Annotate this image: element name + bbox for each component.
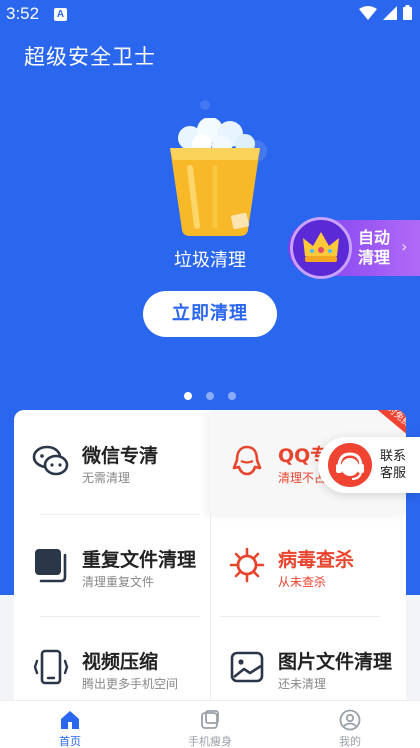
feature-subtitle: 清理重复文件 [82, 575, 155, 589]
notification-icon: A [54, 8, 67, 21]
qq-icon [232, 445, 262, 476]
customer-service-button[interactable]: 联系 客服 [318, 437, 420, 493]
image-files-icon [230, 651, 264, 683]
tab-home[interactable]: 首页 [0, 701, 140, 748]
feature-title: 视频压缩 [82, 651, 159, 673]
battery-icon [403, 5, 412, 20]
pager-dot[interactable] [228, 392, 236, 400]
feature-subtitle: 腾出更多手机空间 [82, 677, 179, 691]
wechat-icon [32, 445, 69, 476]
feature-image-files[interactable]: 图片文件清理 还未清理 [210, 616, 406, 710]
feature-duplicate-files[interactable]: 重复文件清理 清理重复文件 [14, 514, 210, 618]
feature-title: 微信专清 [82, 445, 159, 467]
customer-service-label: 联系 客服 [380, 448, 414, 482]
carousel-pager [0, 392, 420, 400]
auto-clean-label: 自动 清理 [358, 228, 402, 268]
tab-label: 首页 [59, 735, 81, 748]
phone-slim-icon [201, 710, 219, 729]
status-bar: 3:52 A [0, 0, 420, 30]
clean-now-button[interactable]: 立即清理 [143, 291, 277, 337]
feature-video-compress[interactable]: 视频压缩 腾出更多手机空间 [14, 616, 210, 710]
app-title: 超级安全卫士 [24, 45, 156, 69]
cs-line1: 联系 [380, 449, 407, 464]
pager-dot[interactable] [206, 392, 214, 400]
tab-phone-slim[interactable]: 手机瘦身 [140, 701, 280, 748]
status-time: 3:52 [6, 4, 40, 23]
wifi-icon [359, 5, 377, 20]
crown-icon [303, 232, 339, 262]
feature-title: 病毒查杀 [278, 549, 355, 571]
virus-icon [229, 547, 265, 583]
feature-title: 图片文件清理 [278, 651, 393, 673]
feature-title: 重复文件清理 [82, 549, 197, 571]
decor-bubble [200, 100, 210, 110]
video-compress-icon [33, 649, 69, 685]
tab-label: 手机瘦身 [188, 735, 232, 748]
tab-profile[interactable]: 我的 [280, 701, 420, 748]
feature-subtitle: 还未清理 [278, 677, 327, 691]
crown-badge [290, 217, 352, 279]
profile-icon [339, 709, 361, 731]
duplicate-files-icon [35, 549, 67, 583]
auto-clean-line1: 自动 [358, 228, 391, 247]
feature-virus-scan[interactable]: 病毒查杀 从未查杀 [210, 514, 406, 618]
trash-bin-icon [170, 117, 260, 236]
auto-clean-button[interactable]: 自动 清理 › [288, 217, 420, 279]
trash-bin-illustration [160, 117, 270, 238]
signal-icon [383, 5, 397, 20]
feature-wechat-clean[interactable]: 微信专清 无需清理 [14, 410, 210, 514]
pager-dot[interactable] [184, 392, 192, 400]
tab-label: 我的 [339, 735, 361, 748]
home-icon [61, 711, 79, 729]
feature-subtitle: 无需清理 [82, 471, 131, 485]
feature-subtitle: 从未查杀 [278, 575, 327, 589]
bottom-tab-bar: 首页 手机瘦身 我的 [0, 700, 420, 748]
chevron-right-icon: › [401, 237, 408, 256]
cs-line2: 客服 [380, 466, 407, 481]
headset-icon [328, 443, 372, 487]
auto-clean-line2: 清理 [358, 248, 391, 267]
